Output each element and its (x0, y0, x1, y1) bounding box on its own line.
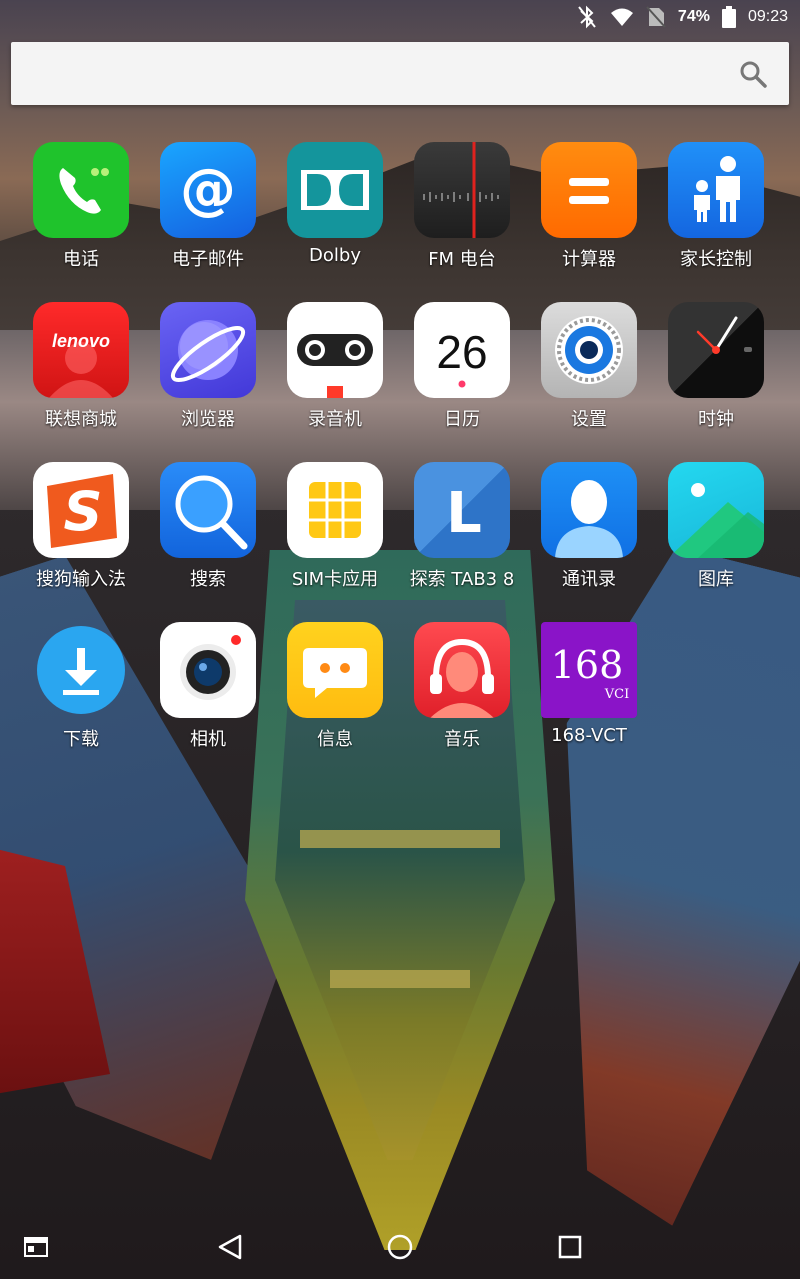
calendar-date: 26 (436, 326, 487, 378)
gear-icon (541, 302, 637, 398)
download-icon (33, 622, 129, 718)
app-label: 计算器 (562, 249, 616, 270)
app-sim-toolkit[interactable]: SIM卡应用 (271, 462, 399, 612)
headphones-icon (414, 622, 510, 718)
app-label: 电话 (63, 249, 99, 270)
app-contacts[interactable]: 通讯录 (525, 462, 653, 612)
navigation-bar (0, 1215, 800, 1279)
app-gallery[interactable]: 图库 (652, 462, 780, 612)
app-label: 信息 (317, 729, 353, 750)
app-label: 图库 (698, 569, 734, 590)
wallpaper-plank (300, 830, 500, 848)
clock-face-icon (668, 302, 764, 398)
cassette-icon (287, 302, 383, 398)
app-calculator[interactable]: 计算器 (525, 142, 653, 292)
photo-icon (668, 462, 764, 558)
back-triangle-icon[interactable] (212, 1229, 248, 1265)
app-messages[interactable]: 信息 (271, 622, 399, 772)
app-label: 探索 TAB3 8 (409, 569, 515, 590)
magnifier-icon (160, 462, 256, 558)
app-label: 音乐 (444, 729, 480, 750)
at-sign-icon: @ (160, 142, 256, 238)
calendar-icon: 26 (414, 302, 510, 398)
app-camera[interactable]: 相机 (144, 622, 272, 772)
letter-l-icon: L (414, 462, 510, 558)
app-browser[interactable]: 浏览器 (144, 302, 272, 452)
app-calendar[interactable]: 26 日历 (398, 302, 526, 452)
svg-text:@: @ (180, 157, 236, 222)
app-label: FM 电台 (428, 249, 496, 270)
app-email[interactable]: @ 电子邮件 (144, 142, 272, 292)
person-icon (541, 462, 637, 558)
app-label: 录音机 (308, 409, 362, 430)
app-clock[interactable]: 时钟 (652, 302, 780, 452)
app-music[interactable]: 音乐 (398, 622, 526, 772)
vct-logo-subtext: VCI (604, 687, 629, 702)
sogou-s-icon: S (33, 462, 129, 558)
search-input[interactable] (25, 54, 725, 94)
lenovo-logo-icon: lenovo (33, 302, 129, 398)
app-recorder[interactable]: 录音机 (271, 302, 399, 452)
battery-icon (721, 6, 736, 28)
app-label: 家长控制 (680, 249, 752, 270)
app-label: 通讯录 (562, 569, 616, 590)
no-sim-icon (646, 6, 666, 28)
clock-time: 09:23 (747, 8, 788, 25)
svg-text:S: S (64, 480, 103, 543)
vct-logo-number: 168 (551, 643, 624, 687)
app-label: SIM卡应用 (291, 569, 379, 590)
app-label: 电子邮件 (172, 249, 244, 270)
home-circle-icon[interactable] (382, 1229, 418, 1265)
battery-percent: 74% (677, 8, 710, 25)
app-label: 相机 (190, 729, 226, 750)
overview-square-icon[interactable] (552, 1229, 588, 1265)
lenovo-wordmark: lenovo (52, 331, 110, 351)
camera-lens-icon (160, 622, 256, 718)
app-label: 搜索 (190, 569, 226, 590)
app-phone[interactable]: 电话 (17, 142, 145, 292)
bluetooth-icon (576, 4, 598, 30)
app-settings[interactable]: 设置 (525, 302, 653, 452)
phone-icon (33, 142, 129, 238)
explore-letter: L (446, 481, 482, 546)
app-label: 168-VCT (551, 725, 627, 746)
app-search[interactable]: 搜索 (144, 462, 272, 612)
app-parental-control[interactable]: 家长控制 (652, 142, 780, 292)
app-fm-radio[interactable]: FM 电台 (398, 142, 526, 292)
app-label: 时钟 (698, 409, 734, 430)
planet-icon (160, 302, 256, 398)
app-label: 浏览器 (181, 409, 235, 430)
app-label: 联想商城 (45, 409, 117, 430)
app-label: 搜狗输入法 (36, 569, 126, 590)
search-icon[interactable] (739, 60, 767, 88)
wifi-icon (610, 7, 634, 27)
radio-dial-icon (414, 142, 510, 238)
app-sogou-input[interactable]: S 搜狗输入法 (17, 462, 145, 612)
equals-icon (541, 142, 637, 238)
sim-chip-icon (287, 462, 383, 558)
app-label: 设置 (571, 409, 607, 430)
app-label: 日历 (444, 409, 480, 430)
app-label: Dolby (309, 245, 361, 266)
status-bar: 74% 09:23 (0, 0, 800, 34)
chat-bubble-icon (287, 622, 383, 718)
search-bar[interactable] (11, 42, 789, 105)
app-explore-tab3[interactable]: L 探索 TAB3 8 (398, 462, 526, 612)
app-label: 下载 (63, 729, 99, 750)
parent-child-icon (668, 142, 764, 238)
dolby-icon (287, 142, 383, 238)
app-dolby[interactable]: Dolby (271, 142, 399, 292)
window-icon[interactable] (18, 1229, 54, 1265)
app-downloads[interactable]: 下载 (17, 622, 145, 772)
wallpaper-plank (330, 970, 470, 988)
app-168-vct[interactable]: 168 VCI 168-VCT (525, 622, 653, 772)
vct-logo-icon: 168 VCI (541, 622, 637, 718)
app-lenovo-store[interactable]: lenovo 联想商城 (17, 302, 145, 452)
